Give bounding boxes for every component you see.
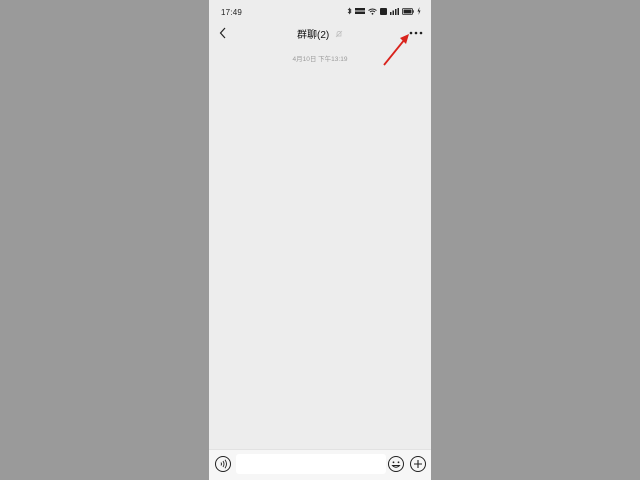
phone-screen: 17:49 群聊(2) 4月10日 下午13:19 (209, 0, 431, 480)
plus-icon[interactable] (409, 455, 427, 473)
chat-header: 群聊(2) (209, 22, 431, 44)
more-dots-icon (409, 31, 423, 35)
data-speed-icon (355, 8, 365, 14)
hd-icon (380, 7, 387, 15)
status-icons (347, 7, 421, 15)
wifi-icon (368, 8, 377, 15)
charging-icon (417, 7, 421, 15)
more-button[interactable] (407, 25, 425, 41)
battery-icon (402, 7, 414, 15)
message-input[interactable] (236, 454, 386, 474)
message-list[interactable] (209, 66, 431, 450)
bluetooth-icon (347, 7, 352, 15)
message-timestamp: 4月10日 下午13:19 (292, 56, 348, 63)
emoji-icon[interactable] (387, 455, 405, 473)
status-bar: 17:49 (209, 0, 431, 22)
voice-icon[interactable] (214, 455, 232, 473)
input-bar (209, 449, 431, 480)
chat-title-wrap: 群聊(2) (209, 26, 431, 41)
status-time: 17:49 (221, 8, 243, 17)
chat-title: 群聊(2) (296, 30, 330, 41)
signal-icon (390, 7, 399, 15)
bell-muted-icon (335, 30, 343, 37)
